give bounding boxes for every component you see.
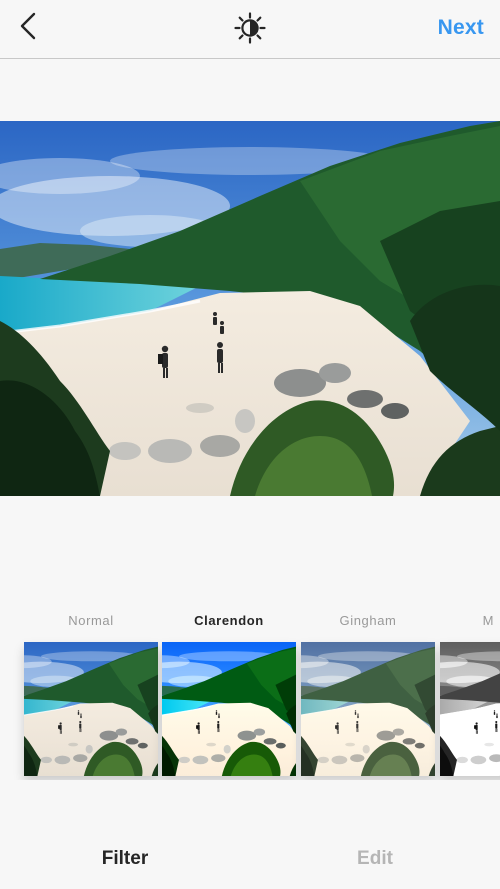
filter-label: Clarendon	[194, 613, 264, 628]
photo-preview	[0, 121, 500, 496]
back-button[interactable]	[10, 10, 46, 46]
filter-label: M	[482, 613, 494, 628]
bottom-tab-bar: Filter Edit	[0, 822, 500, 889]
tab-edit[interactable]: Edit	[250, 848, 500, 870]
lux-sun-icon	[234, 11, 266, 49]
filter-thumbnail	[440, 642, 500, 776]
next-button[interactable]: Next	[438, 16, 484, 40]
lux-button[interactable]	[232, 11, 268, 49]
tab-filter[interactable]: Filter	[0, 848, 250, 870]
filter-label: Normal	[68, 613, 114, 628]
filter-label: Gingham	[339, 613, 397, 628]
filter-thumbnail	[162, 642, 296, 776]
filter-thumbnail	[301, 642, 435, 776]
top-bar: Next	[0, 0, 500, 59]
filter-moon[interactable]: M	[440, 610, 500, 776]
filter-gingham[interactable]: Gingham	[301, 610, 435, 776]
chevron-left-icon	[19, 11, 37, 46]
filter-clarendon[interactable]: Clarendon	[162, 610, 296, 776]
filter-normal[interactable]: Normal	[24, 610, 158, 776]
filter-strip[interactable]: Normal Clarendon Gingham M	[0, 610, 500, 780]
filter-thumbnail	[24, 642, 158, 776]
